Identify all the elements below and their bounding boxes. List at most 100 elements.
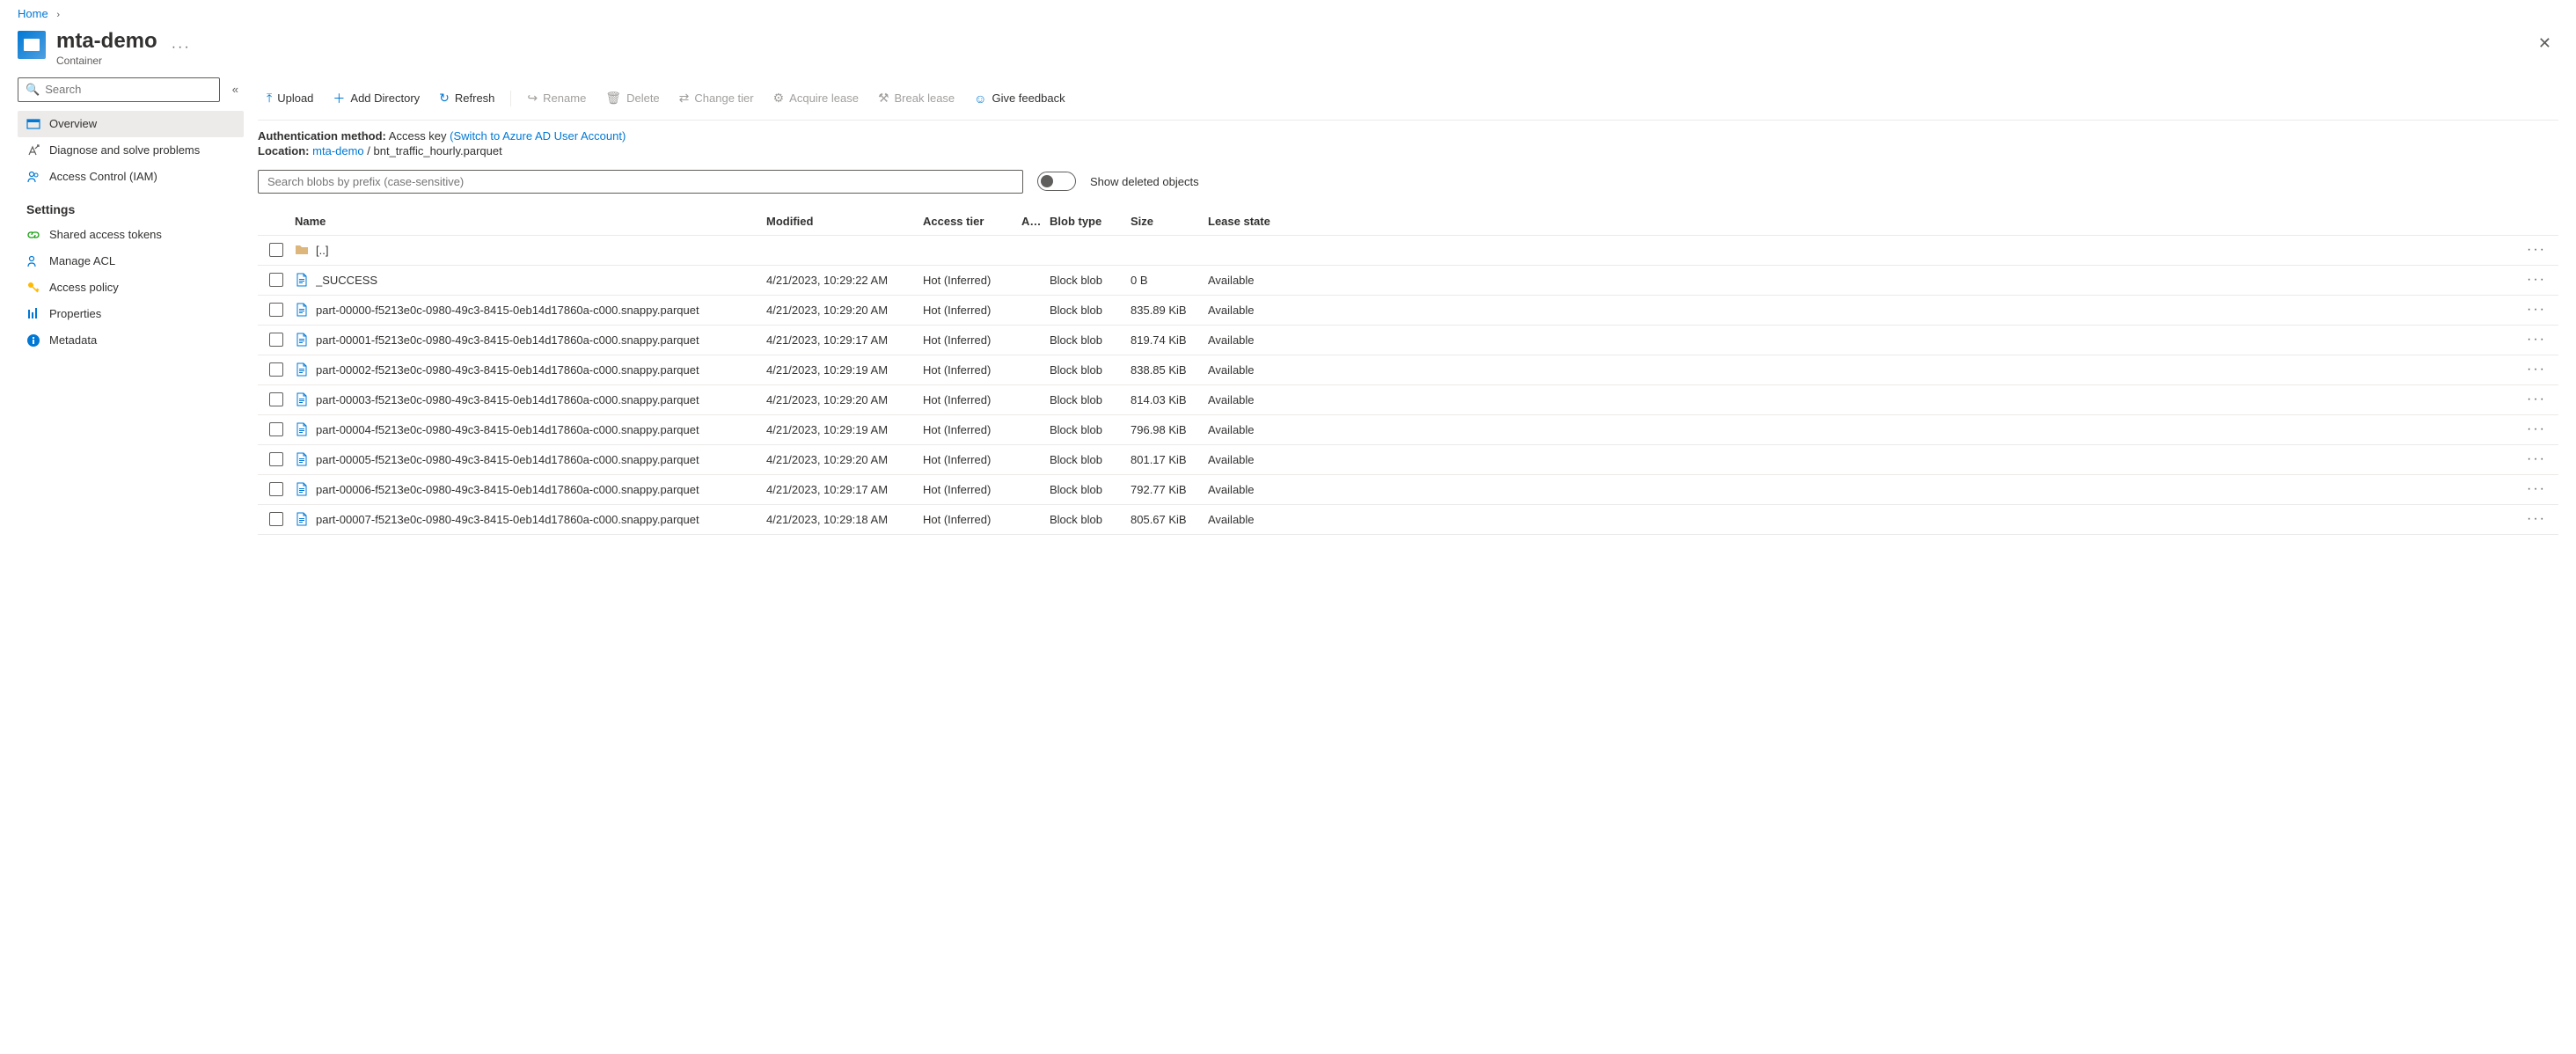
cell-access-tier: Hot (Inferred) xyxy=(923,423,1021,436)
sidebar-item-overview[interactable]: Overview xyxy=(18,111,244,137)
add-directory-button[interactable]: ＋Add Directory xyxy=(324,84,428,113)
info-bar: Authentication method: Access key (Switc… xyxy=(258,121,2558,165)
column-blob-type[interactable]: Blob type xyxy=(1050,215,1131,228)
row-more-button[interactable]: ··· xyxy=(2523,479,2550,499)
lease-icon: ⚙ xyxy=(773,91,785,106)
table-row[interactable]: part-00003-f5213e0c-0980-49c3-8415-0eb14… xyxy=(258,385,2558,415)
cell-lease-state: Available xyxy=(1208,393,1296,406)
sidebar-item-properties[interactable]: Properties xyxy=(18,301,244,327)
key-icon xyxy=(26,281,40,295)
row-checkbox[interactable] xyxy=(269,482,283,496)
sidebar-item-diagnose[interactable]: Diagnose and solve problems xyxy=(18,137,244,164)
blob-name-link[interactable]: part-00007-f5213e0c-0980-49c3-8415-0eb14… xyxy=(316,513,699,526)
table-row[interactable]: _SUCCESS4/21/2023, 10:29:22 AMHot (Infer… xyxy=(258,266,2558,296)
sidebar-search-input[interactable] xyxy=(45,83,212,96)
blob-name-link[interactable]: part-00001-f5213e0c-0980-49c3-8415-0eb14… xyxy=(316,333,699,347)
refresh-button[interactable]: ↻Refresh xyxy=(430,85,503,111)
cell-modified: 4/21/2023, 10:29:20 AM xyxy=(766,393,923,406)
cell-size: 792.77 KiB xyxy=(1131,483,1208,496)
breadcrumb-home-link[interactable]: Home xyxy=(18,7,48,20)
sidebar: 🔍 « Overview Diagnose and solve problems… xyxy=(0,77,251,535)
sidebar-item-access-policy[interactable]: Access policy xyxy=(18,274,244,301)
column-size[interactable]: Size xyxy=(1131,215,1208,228)
cell-modified: 4/21/2023, 10:29:19 AM xyxy=(766,423,923,436)
row-more-button[interactable]: ··· xyxy=(2523,300,2550,319)
table-row[interactable]: part-00006-f5213e0c-0980-49c3-8415-0eb14… xyxy=(258,475,2558,505)
sidebar-search[interactable]: 🔍 xyxy=(18,77,220,102)
cell-lease-state: Available xyxy=(1208,363,1296,377)
row-more-button[interactable]: ··· xyxy=(2523,509,2550,529)
cell-size: 838.85 KiB xyxy=(1131,363,1208,377)
column-modified[interactable]: Modified xyxy=(766,215,923,228)
blob-name-link[interactable]: part-00003-f5213e0c-0980-49c3-8415-0eb14… xyxy=(316,393,699,406)
row-checkbox[interactable] xyxy=(269,452,283,466)
column-a-truncated[interactable]: A… xyxy=(1021,215,1050,228)
sidebar-item-iam[interactable]: Access Control (IAM) xyxy=(18,164,244,190)
table-row[interactable]: part-00000-f5213e0c-0980-49c3-8415-0eb14… xyxy=(258,296,2558,326)
close-button[interactable]: ✕ xyxy=(2531,31,2558,56)
blob-name-link[interactable]: part-00002-f5213e0c-0980-49c3-8415-0eb14… xyxy=(316,363,699,377)
location-root-link[interactable]: mta-demo xyxy=(312,144,364,157)
blob-name-link[interactable]: part-00000-f5213e0c-0980-49c3-8415-0eb14… xyxy=(316,304,699,317)
table-row[interactable]: part-00007-f5213e0c-0980-49c3-8415-0eb14… xyxy=(258,505,2558,535)
row-checkbox[interactable] xyxy=(269,243,283,257)
give-feedback-button[interactable]: ☺Give feedback xyxy=(965,86,1073,111)
column-name[interactable]: Name xyxy=(291,215,766,228)
sidebar-item-label: Shared access tokens xyxy=(49,228,162,241)
trash-icon: 🗑 xyxy=(605,91,621,106)
row-checkbox[interactable] xyxy=(269,392,283,406)
column-access-tier[interactable]: Access tier xyxy=(923,215,1021,228)
row-more-button[interactable]: ··· xyxy=(2523,390,2550,409)
sidebar-item-manage-acl[interactable]: Manage ACL xyxy=(18,248,244,274)
blob-name-link[interactable]: part-00004-f5213e0c-0980-49c3-8415-0eb14… xyxy=(316,423,699,436)
blob-name-link[interactable]: _SUCCESS xyxy=(316,274,377,287)
table-row[interactable]: part-00002-f5213e0c-0980-49c3-8415-0eb14… xyxy=(258,355,2558,385)
sidebar-section-settings: Settings xyxy=(18,190,244,222)
parent-directory-link[interactable]: [..] xyxy=(316,244,328,257)
blob-table: Name Modified Access tier A… Blob type S… xyxy=(258,204,2558,535)
row-checkbox[interactable] xyxy=(269,303,283,317)
diagnose-icon xyxy=(26,143,40,157)
acl-icon xyxy=(26,254,40,268)
collapse-sidebar-button[interactable]: « xyxy=(227,79,244,99)
table-row[interactable]: part-00004-f5213e0c-0980-49c3-8415-0eb14… xyxy=(258,415,2558,445)
column-lease-state[interactable]: Lease state xyxy=(1208,215,1296,228)
upload-button[interactable]: ⤒Upload xyxy=(258,85,322,111)
button-label: Break lease xyxy=(895,91,955,105)
table-row[interactable]: part-00005-f5213e0c-0980-49c3-8415-0eb14… xyxy=(258,445,2558,475)
row-more-button[interactable]: ··· xyxy=(2523,450,2550,469)
parent-directory-row[interactable]: [..] ··· xyxy=(258,236,2558,266)
cell-modified: 4/21/2023, 10:29:17 AM xyxy=(766,333,923,347)
row-more-button[interactable]: ··· xyxy=(2523,360,2550,379)
break-lease-button: ⚒ Break lease xyxy=(869,85,963,111)
row-checkbox[interactable] xyxy=(269,273,283,287)
row-more-button[interactable]: ··· xyxy=(2523,420,2550,439)
cell-size: 805.67 KiB xyxy=(1131,513,1208,526)
cell-access-tier: Hot (Inferred) xyxy=(923,304,1021,317)
row-checkbox[interactable] xyxy=(269,422,283,436)
cell-blob-type: Block blob xyxy=(1050,453,1131,466)
sidebar-item-shared-tokens[interactable]: Shared access tokens xyxy=(18,222,244,248)
cell-lease-state: Available xyxy=(1208,333,1296,347)
sidebar-item-metadata[interactable]: Metadata xyxy=(18,327,244,354)
table-row[interactable]: part-00001-f5213e0c-0980-49c3-8415-0eb14… xyxy=(258,326,2558,355)
switch-auth-link[interactable]: (Switch to Azure AD User Account) xyxy=(450,129,626,143)
page-title: mta-demo xyxy=(56,29,157,55)
header-more-button[interactable]: ··· xyxy=(172,40,191,55)
info-icon xyxy=(26,333,40,348)
row-checkbox[interactable] xyxy=(269,512,283,526)
button-label: Delete xyxy=(626,91,660,105)
main-panel: ⤒Upload ＋Add Directory ↻Refresh ↪Rename … xyxy=(251,77,2576,535)
row-checkbox[interactable] xyxy=(269,333,283,347)
row-more-button[interactable]: ··· xyxy=(2523,270,2550,289)
row-more-button[interactable]: ··· xyxy=(2523,330,2550,349)
file-icon xyxy=(295,362,309,377)
blob-name-link[interactable]: part-00006-f5213e0c-0980-49c3-8415-0eb14… xyxy=(316,483,699,496)
row-more-button[interactable]: ··· xyxy=(2523,240,2550,260)
show-deleted-toggle[interactable] xyxy=(1037,172,1076,191)
blob-name-link[interactable]: part-00005-f5213e0c-0980-49c3-8415-0eb14… xyxy=(316,453,699,466)
break-lease-icon: ⚒ xyxy=(878,91,889,106)
row-checkbox[interactable] xyxy=(269,362,283,377)
blob-search-input[interactable] xyxy=(258,170,1023,194)
overview-icon xyxy=(26,117,40,131)
